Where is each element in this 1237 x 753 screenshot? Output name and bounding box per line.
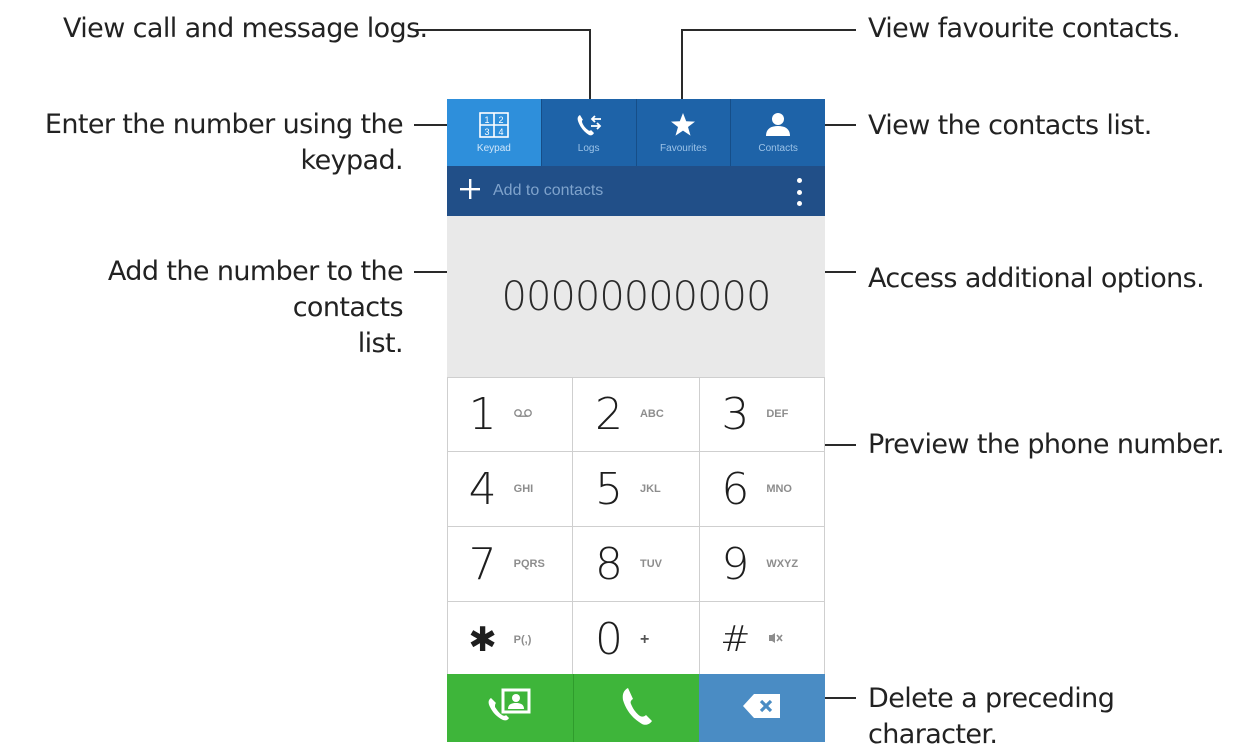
- callout-add: Add the number to the contacts list.: [0, 254, 404, 362]
- key-hash[interactable]: #: [700, 602, 825, 677]
- callout-logs: View call and message logs.: [63, 13, 428, 44]
- callout-preview: Preview the phone number.: [868, 429, 1225, 460]
- key-letters: MNO: [766, 483, 792, 495]
- callout-keypad-line1: Enter the number using the: [44, 109, 404, 140]
- dialer-bottom-bar: [447, 674, 825, 742]
- key-digit: 2: [594, 388, 623, 440]
- callout-contacts-list: View the contacts list.: [868, 110, 1152, 141]
- tab-logs[interactable]: Logs: [542, 99, 637, 166]
- key-letters: DEF: [766, 408, 789, 420]
- add-to-contacts-label[interactable]: Add to contacts: [493, 182, 603, 200]
- logs-icon: [575, 111, 603, 139]
- keypad-row: 7 PQRS 8 TUV 9 WXYZ: [447, 527, 825, 602]
- tab-logs-label: Logs: [577, 143, 600, 154]
- callout-add-line1: Add the number to the contacts: [107, 256, 404, 323]
- backspace-button[interactable]: [699, 674, 825, 742]
- key-digit: ✱: [468, 619, 497, 660]
- more-options-icon[interactable]: [795, 178, 803, 206]
- key-1[interactable]: 1: [447, 377, 574, 451]
- phone-number-preview: 00000000000: [501, 273, 772, 320]
- mute-icon: [766, 631, 812, 648]
- star-icon: [670, 111, 696, 139]
- voice-call-button[interactable]: [572, 674, 700, 742]
- tab-keypad[interactable]: 1 2 3 4 Keypad: [447, 99, 542, 166]
- key-letters: +: [639, 630, 650, 648]
- callout-delete: Delete a preceding character.: [868, 683, 1115, 750]
- key-digit: 4: [468, 463, 497, 515]
- callout-options: Access additional options.: [868, 263, 1205, 294]
- key-7[interactable]: 7 PQRS: [447, 527, 574, 601]
- phone-dialer-screen: 1 2 3 4 Keypad Logs Favourites Contacts …: [447, 99, 825, 742]
- key-letters: WXYZ: [766, 558, 799, 570]
- key-0[interactable]: 0 +: [573, 602, 700, 677]
- key-letters: TUV: [639, 558, 662, 570]
- key-8[interactable]: 8 TUV: [573, 527, 700, 601]
- key-6[interactable]: 6 MNO: [700, 452, 825, 526]
- callout-keypad-line2: keypad.: [300, 145, 404, 176]
- key-4[interactable]: 4 GHI: [447, 452, 574, 526]
- key-letters: GHI: [513, 483, 534, 495]
- key-letters: JKL: [639, 483, 661, 495]
- svg-text:2: 2: [498, 115, 503, 125]
- video-call-button[interactable]: [447, 674, 573, 742]
- svg-text:1: 1: [484, 115, 489, 125]
- keypad-icon: 1 2 3 4: [479, 111, 509, 139]
- add-contact-button[interactable]: [447, 166, 493, 216]
- leader-fav-h: [681, 29, 856, 31]
- phone-icon: [620, 686, 654, 730]
- tab-bar: 1 2 3 4 Keypad Logs Favourites Contacts: [447, 99, 825, 166]
- key-5[interactable]: 5 JKL: [573, 452, 700, 526]
- callout-favourites: View favourite contacts.: [868, 13, 1181, 44]
- key-digit: 3: [721, 388, 750, 440]
- voicemail-icon: [513, 408, 560, 421]
- key-digit: 0: [594, 614, 623, 665]
- backspace-icon: [742, 693, 782, 723]
- action-bar: Add to contacts: [447, 166, 825, 216]
- key-digit: 7: [468, 538, 497, 590]
- dial-keypad: 1 2 ABC 3 DEF 4 GHI 5 JKL 6 MNO 7 PQRS 8…: [447, 377, 825, 677]
- keypad-row: 1 2 ABC 3 DEF: [447, 377, 825, 452]
- leader-logs-h: [414, 29, 591, 31]
- callout-keypad: Enter the number using the keypad.: [40, 107, 404, 179]
- key-digit: 1: [468, 388, 497, 440]
- key-digit: 8: [594, 538, 623, 590]
- tab-keypad-label: Keypad: [476, 143, 511, 154]
- keypad-row: 4 GHI 5 JKL 6 MNO: [447, 452, 825, 527]
- key-letters: P(,): [513, 633, 532, 646]
- callout-add-line2: list.: [357, 328, 404, 359]
- plus-icon: [460, 179, 480, 203]
- key-digit: 6: [721, 463, 750, 515]
- keypad-row: ✱ P(,) 0 + #: [447, 602, 825, 677]
- key-star[interactable]: ✱ P(,): [447, 602, 574, 677]
- svg-text:3: 3: [484, 127, 489, 137]
- key-digit: #: [720, 619, 751, 660]
- key-3[interactable]: 3 DEF: [700, 377, 825, 451]
- key-letters: ABC: [639, 408, 664, 420]
- tab-favourites[interactable]: Favourites: [637, 99, 732, 166]
- tab-contacts[interactable]: Contacts: [731, 99, 825, 166]
- key-2[interactable]: 2 ABC: [573, 377, 700, 451]
- key-digit: 5: [594, 463, 623, 515]
- tab-favourites-label: Favourites: [660, 143, 707, 154]
- contact-person-icon: [764, 111, 792, 139]
- video-call-icon: [486, 688, 534, 728]
- number-display-area: 00000000000: [447, 216, 825, 377]
- key-9[interactable]: 9 WXYZ: [700, 527, 825, 601]
- key-letters: PQRS: [513, 558, 545, 570]
- svg-text:4: 4: [498, 127, 503, 137]
- tab-contacts-label: Contacts: [758, 143, 798, 154]
- key-digit: 9: [721, 538, 750, 590]
